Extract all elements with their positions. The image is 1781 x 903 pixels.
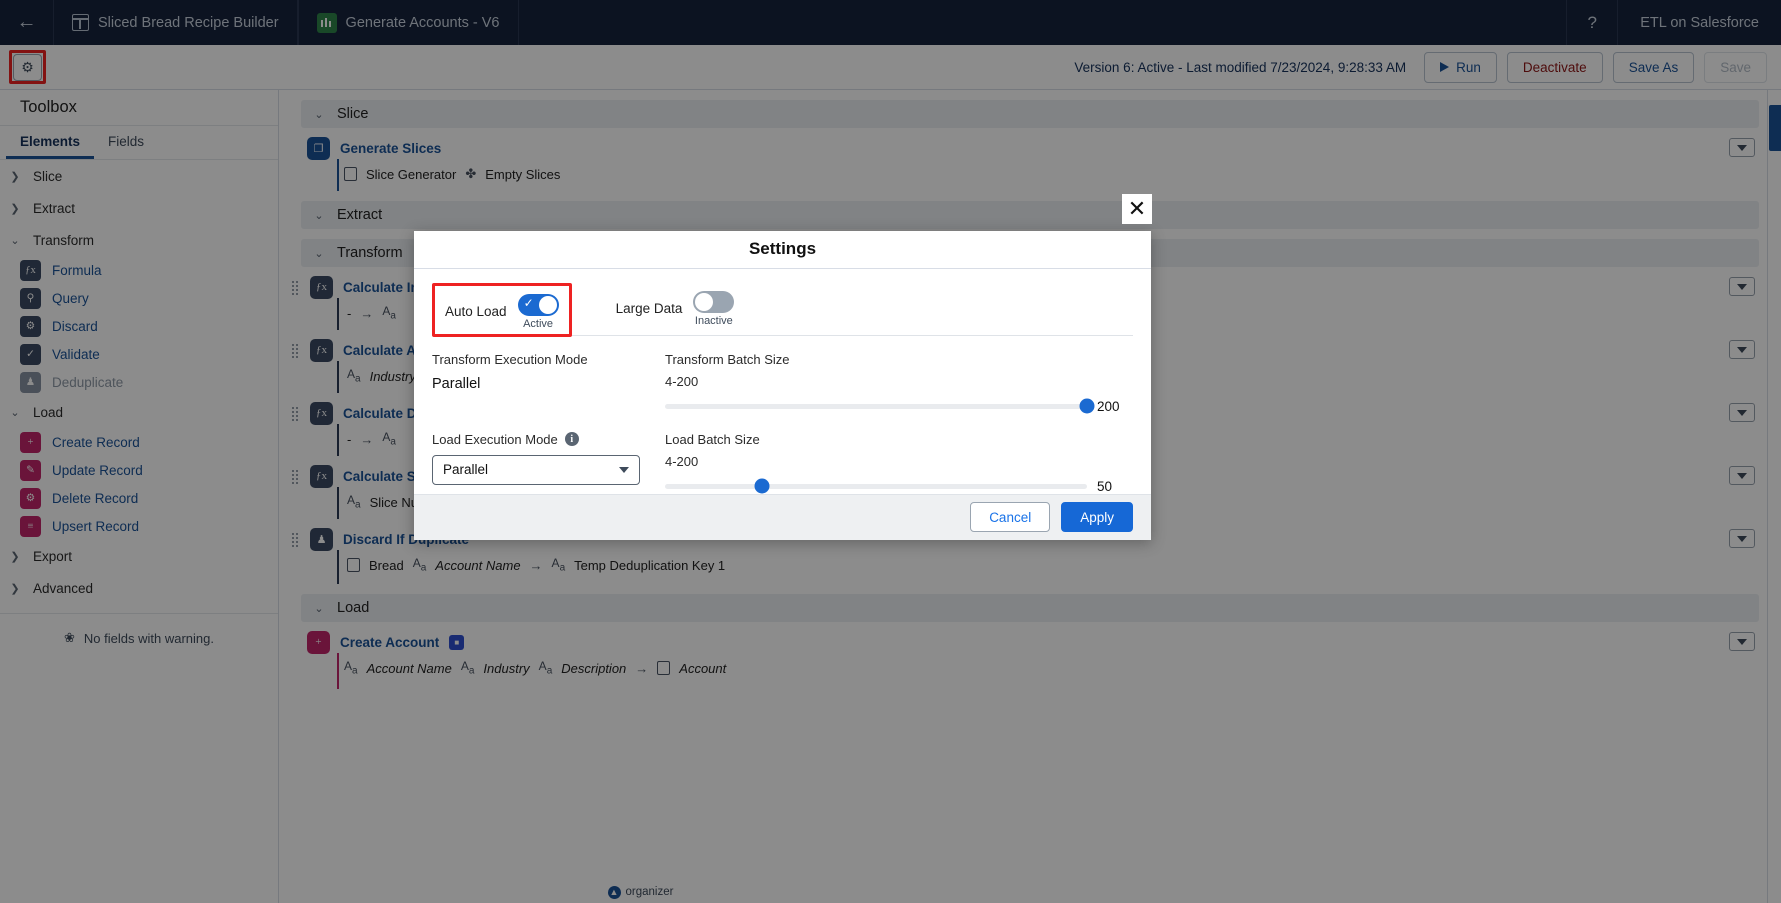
transform-execution-mode-field: Transform Execution Mode Parallel [432,352,665,414]
auto-load-state: Active [523,318,553,330]
settings-dialog-body: Auto Load ✓ Active Large Data [414,269,1151,494]
info-icon[interactable]: i [565,432,579,446]
load-batch-size-slider[interactable] [665,484,1087,489]
apply-button-label: Apply [1080,510,1114,525]
load-batch-size-value: 50 [1097,479,1125,494]
slider-thumb[interactable] [755,479,770,494]
settings-dialog-footer: Cancel Apply [414,494,1151,540]
load-execution-mode-select[interactable]: Parallel [432,455,640,485]
cancel-button[interactable]: Cancel [970,502,1050,532]
transform-batch-size-value: 200 [1097,399,1125,414]
load-execution-mode-field: Load Execution Mode i Parallel [432,432,665,494]
toggle-knob [539,296,557,314]
auto-load-toggle-group: ✓ Active [518,294,559,330]
toggle-knob [695,293,713,311]
page-title: Settings [749,239,816,259]
cancel-button-label: Cancel [989,510,1031,525]
check-icon: ✓ [524,297,534,309]
large-data-state: Inactive [695,315,733,327]
load-batch-size-field: Load Batch Size 4-200 50 [665,432,1133,494]
large-data-toggle-group: Inactive [693,291,734,327]
load-batch-size-label: Load Batch Size [665,432,1125,447]
transform-batch-size-slider-row: 200 [665,399,1125,414]
transform-execution-mode-value: Parallel [432,376,665,392]
settings-dialog: Settings Auto Load ✓ Active Large Data [414,231,1151,540]
auto-load-highlight: Auto Load ✓ Active [432,283,572,337]
app-root: ← Sliced Bread Recipe Builder Generate A… [0,0,1781,903]
settings-dialog-header: Settings [414,231,1151,269]
transform-batch-size-range: 4-200 [665,374,1125,389]
transform-batch-size-label: Transform Batch Size [665,352,1125,367]
load-execution-mode-label: Load Execution Mode i [432,432,665,447]
load-execution-mode-value: Parallel [443,462,488,477]
settings-fields-grid: Transform Execution Mode Parallel Transf… [432,336,1133,494]
close-icon: ✕ [1128,198,1146,220]
slider-thumb[interactable] [1080,399,1095,414]
transform-batch-size-slider[interactable] [665,404,1087,409]
load-batch-size-range: 4-200 [665,454,1125,469]
close-button[interactable]: ✕ [1122,194,1152,224]
load-execution-mode-label-text: Load Execution Mode [432,432,558,447]
large-data-label: Large Data [616,301,683,316]
toggles-row: Auto Load ✓ Active Large Data [432,269,1133,331]
large-data-toggle[interactable] [693,291,734,313]
transform-batch-size-field: Transform Batch Size 4-200 200 [665,352,1133,414]
chevron-down-icon [619,467,629,473]
transform-execution-mode-label: Transform Execution Mode [432,352,665,367]
load-batch-size-slider-row: 50 [665,479,1125,494]
apply-button[interactable]: Apply [1061,502,1133,532]
auto-load-label: Auto Load [445,304,507,319]
large-data-group: Large Data Inactive [616,283,735,327]
auto-load-toggle[interactable]: ✓ [518,294,559,316]
